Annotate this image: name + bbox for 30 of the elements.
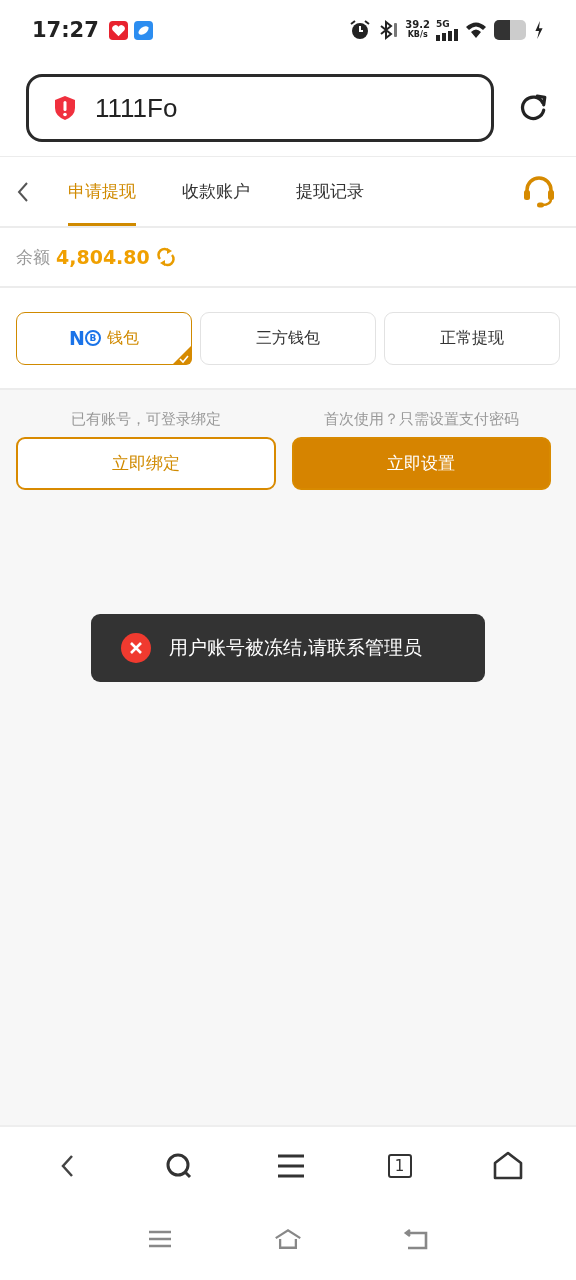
tab[interactable]: 提现记录 <box>296 157 364 226</box>
hint-text: 首次使用？只需设置支付密码 <box>323 410 519 429</box>
battery-icon <box>494 20 528 40</box>
status-time: 17:27 <box>32 18 99 42</box>
hint-text: 已有账号，可登录绑定 <box>70 410 221 429</box>
wifi-icon <box>464 20 488 40</box>
heart-app-icon <box>108 20 128 40</box>
check-corner-icon <box>172 344 192 365</box>
charging-icon <box>534 21 544 39</box>
address-bar[interactable]: 1111Fo <box>26 74 494 142</box>
return-icon[interactable] <box>402 1227 430 1251</box>
speed-unit: KB/s <box>407 30 428 40</box>
tab[interactable]: 收款账户 <box>182 157 250 226</box>
wallet-option[interactable]: 三方钱包 <box>200 311 376 365</box>
alarm-icon <box>349 19 372 41</box>
app-icon <box>133 20 153 40</box>
reload-icon[interactable] <box>518 93 548 123</box>
warning-shield-icon <box>53 95 77 121</box>
wallet-option[interactable]: 正常提现 <box>384 311 560 365</box>
error-icon <box>121 633 151 663</box>
signal-icon <box>436 29 458 41</box>
toast-message: 用户账号被冻结,请联系管理员 <box>169 635 423 660</box>
balance-amount: 4,804.80 <box>56 246 150 268</box>
tab-count[interactable]: 1 <box>387 1153 412 1178</box>
network-type: 5G <box>436 19 450 29</box>
headset-icon[interactable] <box>522 174 556 209</box>
home-icon[interactable] <box>493 1150 524 1181</box>
wallet-option[interactable]: N B 钱包 <box>16 311 192 365</box>
balance-label: 余额 <box>16 245 50 269</box>
network-speed: 39.2 <box>405 20 430 30</box>
